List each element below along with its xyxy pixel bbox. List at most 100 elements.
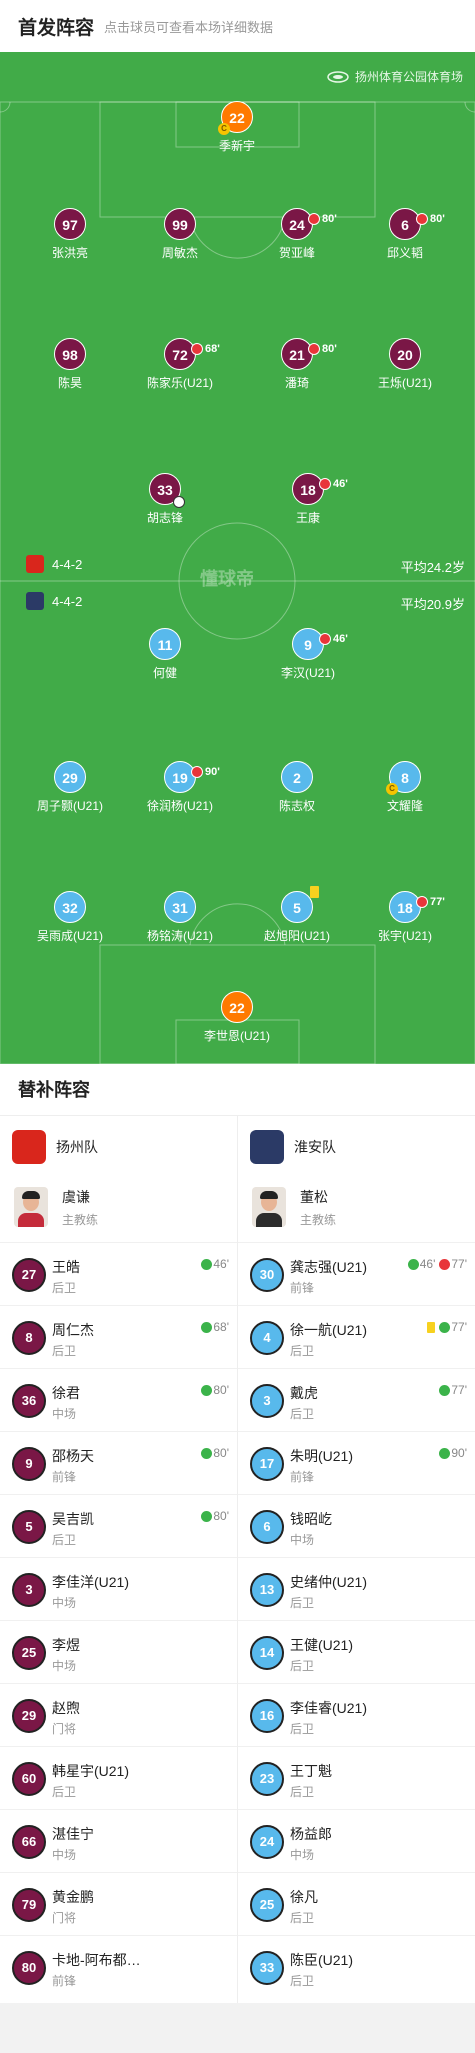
home-player[interactable]: 99 周敏杰 [120, 208, 240, 261]
away-coach[interactable]: 董松 主教练 [252, 1177, 336, 1237]
home-sub-player[interactable]: 29 赵煦 门将 [0, 1683, 237, 1746]
away-player[interactable]: 19 90' 徐润杨(U21) [120, 761, 240, 814]
away-sub-player[interactable]: 30 龚志强(U21) 前锋 46' 77' [238, 1242, 475, 1305]
sub-minute: 77' [430, 896, 445, 908]
player-name: 邱义韬 [386, 246, 423, 260]
home-team-name: 扬州队 [56, 1139, 98, 1155]
away-player[interactable]: 18 77' 张宇(U21) [345, 891, 465, 944]
sub-in-minute: 77' [451, 1383, 467, 1397]
home-player[interactable]: 21 80' 潘琦 [237, 338, 357, 391]
player-name: 文耀隆 [386, 799, 423, 813]
sub-minute: 46' [333, 633, 348, 645]
away-player[interactable]: 2 陈志权 [237, 761, 357, 814]
away-sub-player[interactable]: 25 徐凡 后卫 [238, 1872, 475, 1935]
player-name: 张洪亮 [51, 246, 88, 260]
sub-in-minute: 46' [419, 1257, 436, 1271]
player-events: 68' [201, 1320, 229, 1334]
jersey-number-text: 22 [229, 1000, 245, 1016]
away-sub-player[interactable]: 13 史绪仲(U21) 后卫 [238, 1557, 475, 1620]
home-coach[interactable]: 虞谦 主教练 [14, 1177, 98, 1237]
home-player[interactable]: 33 胡志锋 [105, 473, 225, 526]
player-name: 陈昊 [57, 376, 82, 390]
sub-in-event: 90' [439, 1446, 467, 1460]
player-name: 杨益郎 [290, 1826, 332, 1842]
player-position: 中场 [290, 1848, 315, 1862]
away-sub-player[interactable]: 23 王丁魁 后卫 [238, 1746, 475, 1809]
player-name: 李世恩(U21) [203, 1029, 270, 1043]
home-sub-player[interactable]: 79 黄金鹏 门将 [0, 1872, 237, 1935]
player-name: 邵杨天 [52, 1448, 94, 1464]
jersey-number-text: 22 [229, 110, 245, 126]
away-sub-player[interactable]: 24 杨益郎中场 [238, 1809, 475, 1872]
player-name: 贺亚峰 [278, 246, 315, 260]
away-sub-player[interactable]: 3 戴虎 后卫 77' [238, 1368, 475, 1431]
player-position: 中场 [52, 1407, 77, 1421]
home-sub-player[interactable]: 8 周仁杰 后卫 68' [0, 1305, 237, 1368]
home-player[interactable]: 18 46' 王康 [248, 473, 368, 526]
home-player[interactable]: 6 80' 邱义韬 [345, 208, 465, 261]
jersey-number: 6 [250, 1510, 284, 1544]
jersey-number: 8 [12, 1321, 46, 1355]
player-name: 徐一航(U21) [290, 1322, 368, 1338]
sub-in-event: 46' [201, 1257, 229, 1271]
jersey-number: 18 46' [292, 473, 348, 505]
home-player[interactable]: 97 张洪亮 [10, 208, 130, 261]
away-player[interactable]: 31 杨铭涛(U21) [120, 891, 240, 944]
home-player[interactable]: 20 王烁(U21) [345, 338, 465, 391]
venue: 扬州体育公园体育场 [327, 68, 463, 85]
home-sub-player[interactable]: 66 湛佳宁 中场 [0, 1809, 237, 1872]
away-player[interactable]: 9 46' 李汉(U21) [248, 628, 368, 681]
jersey-number: 17 [250, 1447, 284, 1481]
home-player[interactable]: 98 陈昊 [10, 338, 130, 391]
jersey-number: 5 [12, 1510, 46, 1544]
player-position: 后卫 [52, 1281, 77, 1295]
jersey-number: 80 [12, 1951, 46, 1985]
home-team-header[interactable]: 扬州队 [12, 1117, 98, 1177]
sub-in-event: 80' [201, 1509, 229, 1523]
away-player[interactable]: 22 李世恩(U21) [177, 991, 297, 1044]
away-player[interactable]: 32 吴雨成(U21) [10, 891, 130, 944]
jersey-number-text: 32 [62, 900, 78, 916]
sub-minute: 90' [205, 766, 220, 778]
home-sub-player[interactable]: 80 卡地-阿布都… 前锋 [0, 1935, 237, 1998]
away-team-badge-icon [26, 592, 44, 610]
away-player[interactable]: 5 赵旭阳(U21) [237, 886, 357, 944]
home-avg-age: 平均24.2岁 [400, 560, 465, 575]
sub-minute: 46' [333, 478, 348, 490]
home-formation-text: 4-4-2 [52, 556, 83, 572]
jersey-number: 6 80' [389, 208, 445, 240]
home-sub-player[interactable]: 9 邵杨天 前锋 80' [0, 1431, 237, 1494]
away-player[interactable]: 8 C 文耀隆 [345, 761, 465, 814]
sub-out-icon [416, 896, 428, 908]
home-player[interactable]: 72 68' 陈家乐(U21) [120, 338, 240, 391]
away-player[interactable]: 11 何健 [105, 628, 225, 681]
away-team-name: 淮安队 [294, 1139, 336, 1155]
jersey-number: 19 90' [164, 761, 220, 793]
home-sub-player[interactable]: 27 王皓 后卫 46' [0, 1242, 237, 1305]
home-player[interactable]: 24 80' 贺亚峰 [237, 208, 357, 261]
away-sub-player[interactable]: 4 徐一航(U21) 后卫 77' [238, 1305, 475, 1368]
away-team-header[interactable]: 淮安队 [250, 1117, 336, 1177]
home-sub-player[interactable]: 25 李煜 中场 [0, 1620, 237, 1683]
sub-in-minute: 80' [213, 1446, 229, 1460]
away-sub-player[interactable]: 16 李佳睿(U21) 后卫 [238, 1683, 475, 1746]
sub-in-minute: 80' [213, 1383, 229, 1397]
jersey-number: 9 [12, 1447, 46, 1481]
home-sub-player[interactable]: 36 徐君 中场 80' [0, 1368, 237, 1431]
home-player[interactable]: 22 C 季新宇 [177, 101, 297, 154]
player-name: 卡地-阿布都… [52, 1952, 141, 1968]
away-sub-player[interactable]: 33 陈臣(U21) 后卫 [238, 1935, 475, 1998]
jersey-number: 24 [250, 1825, 284, 1859]
home-sub-player[interactable]: 60 韩星宇(U21) 后卫 [0, 1746, 237, 1809]
away-sub-player[interactable]: 17 朱明(U21) 前锋 90' [238, 1431, 475, 1494]
away-sub-player[interactable]: 6 钱昭屹 中场 [238, 1494, 475, 1557]
away-formation-text: 4-4-2 [52, 593, 83, 609]
jersey-number: 14 [250, 1636, 284, 1670]
jersey-number-text: 24 [289, 217, 305, 233]
away-sub-player[interactable]: 14 王健(U21) 后卫 [238, 1620, 475, 1683]
jersey-number: 33 [250, 1951, 284, 1985]
home-sub-player[interactable]: 3 李佳洋(U21) 中场 [0, 1557, 237, 1620]
player-position: 后卫 [290, 1407, 315, 1421]
away-player[interactable]: 29 周子颢(U21) [10, 761, 130, 814]
home-sub-player[interactable]: 5 吴吉凯 后卫 80' [0, 1494, 237, 1557]
